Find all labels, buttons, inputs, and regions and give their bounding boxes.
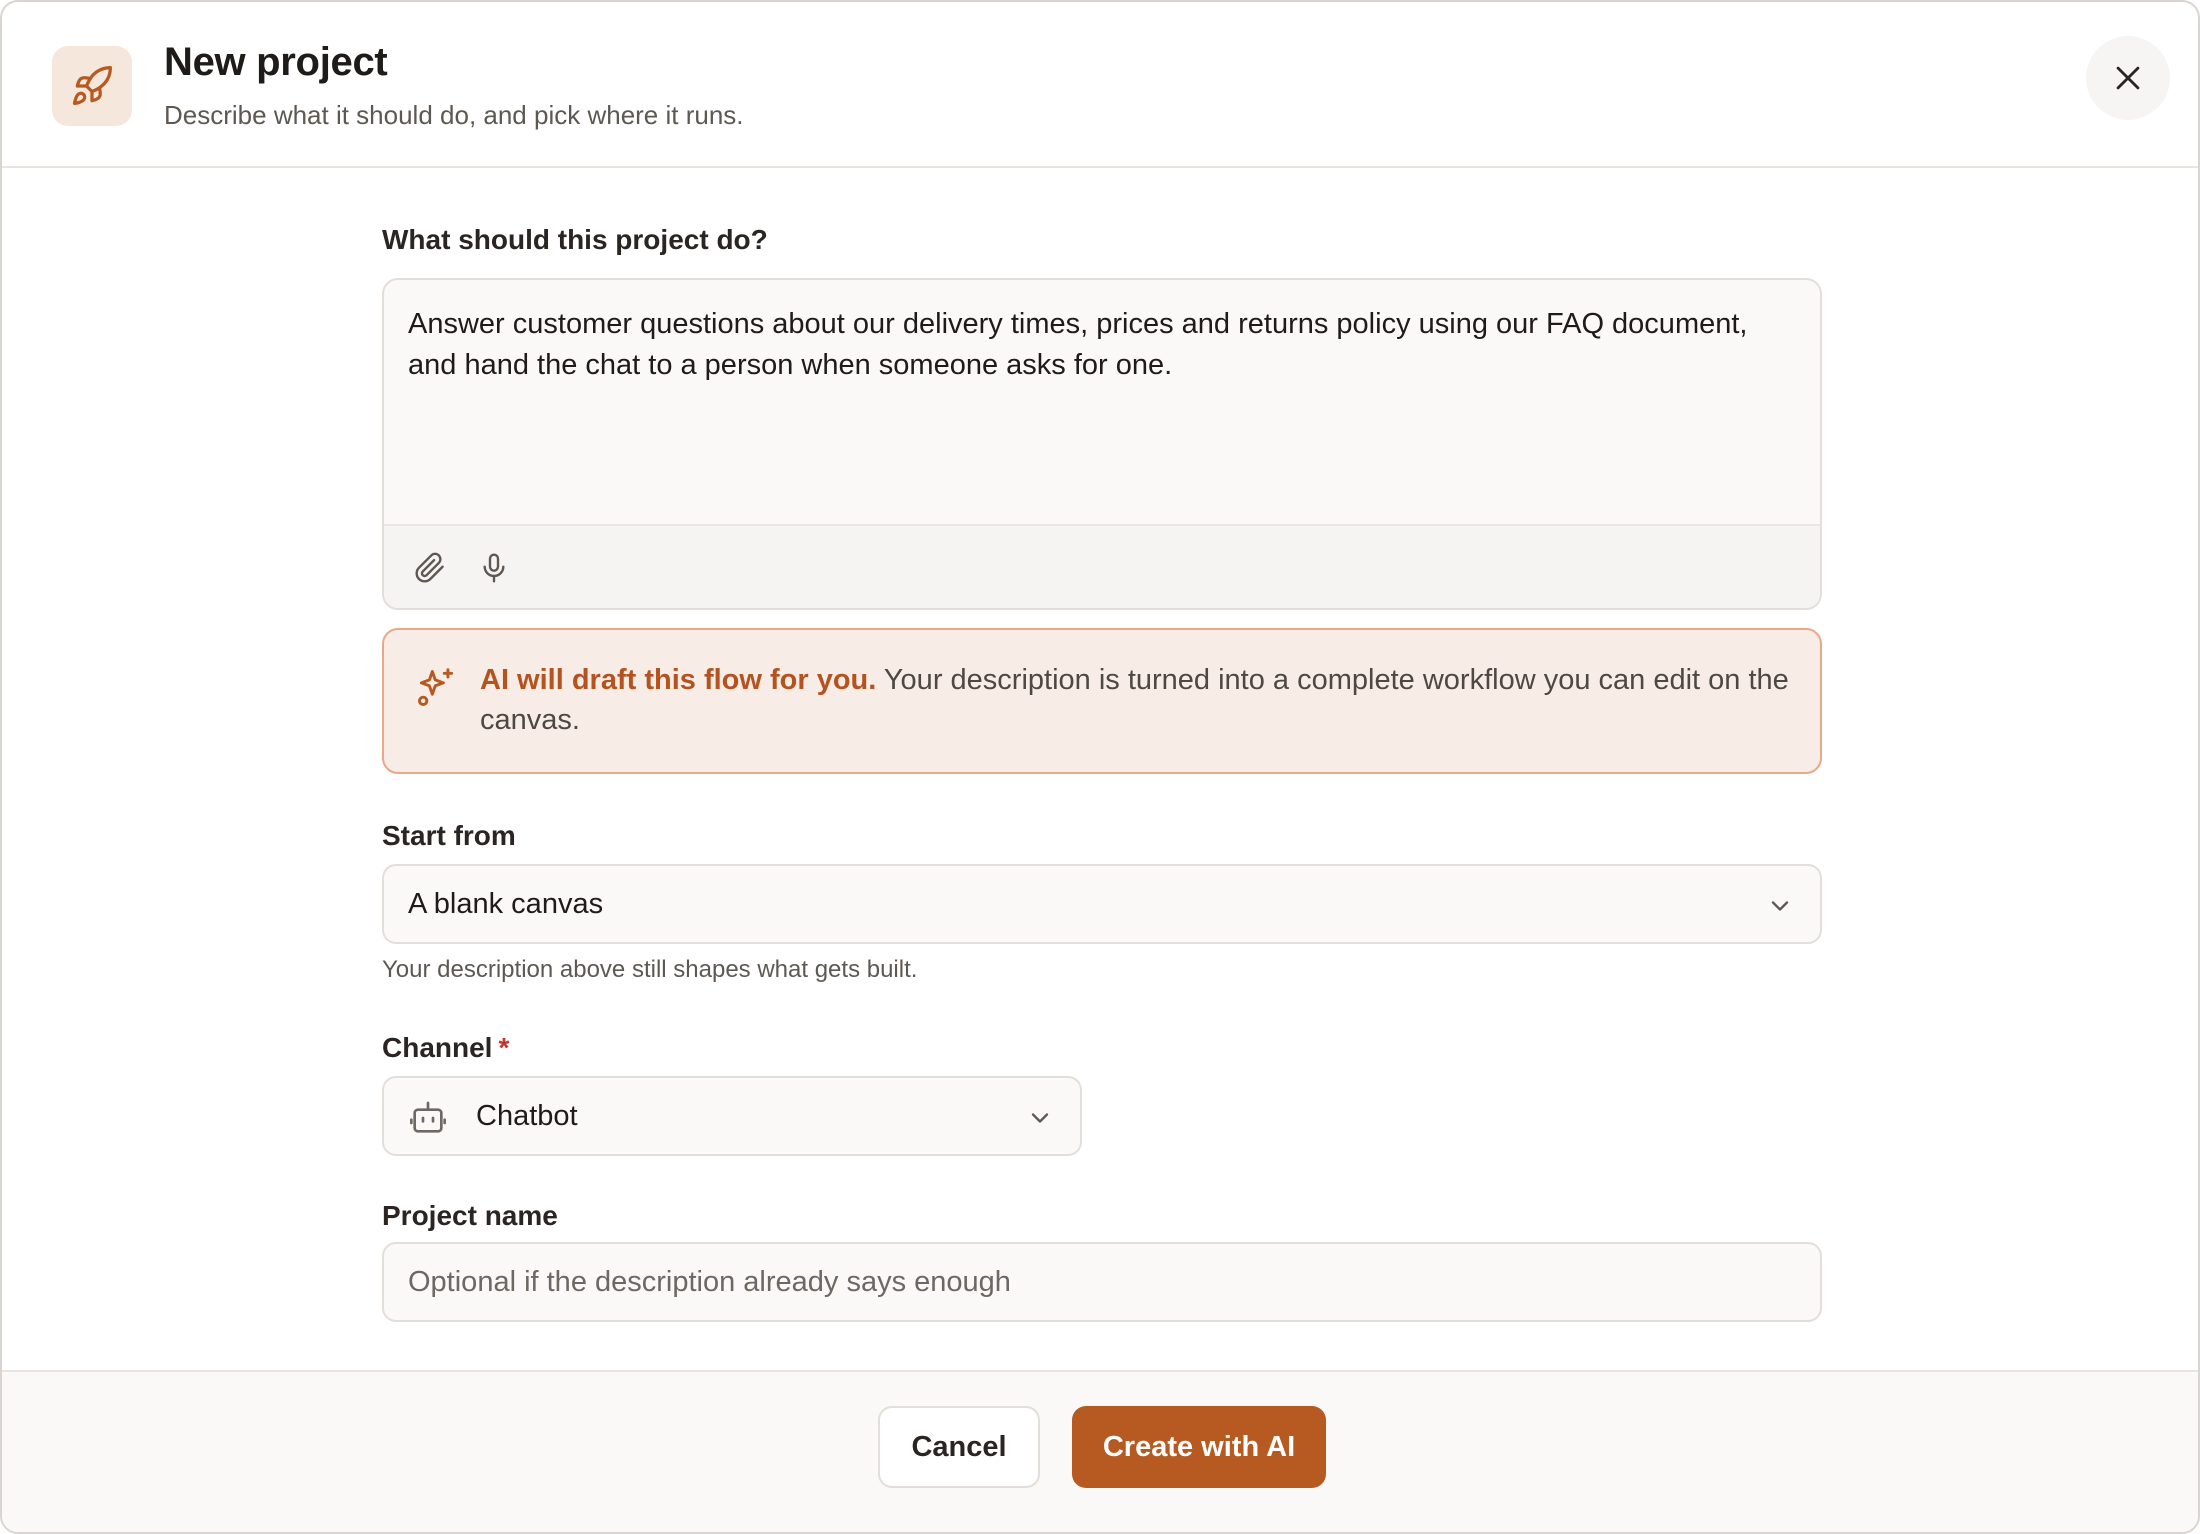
start-from-value: A blank canvas <box>408 888 604 920</box>
rocket-icon <box>52 46 132 126</box>
new-project-dialog: New project Describe what it should do, … <box>0 0 2200 1534</box>
channel-label-text: Channel <box>382 1032 493 1063</box>
close-icon <box>2116 66 2140 90</box>
cancel-button[interactable]: Cancel <box>878 1406 1040 1488</box>
robot-icon <box>410 1101 446 1133</box>
chevron-down-icon <box>1771 901 1789 911</box>
textarea-toolbar <box>384 524 1820 608</box>
paperclip-icon[interactable] <box>410 548 450 588</box>
dialog-footer: Cancel Create with AI <box>2 1370 2198 1532</box>
required-mark: * <box>498 1032 510 1063</box>
channel-value: Chatbot <box>476 1100 578 1132</box>
project-name-input[interactable]: Optional if the description already says… <box>382 1242 1822 1322</box>
chevron-down-icon <box>1031 1113 1049 1123</box>
channel-select[interactable]: Chatbot <box>382 1076 1082 1156</box>
dialog-subtitle: Describe what it should do, and pick whe… <box>164 100 744 130</box>
create-with-ai-button[interactable]: Create with AI <box>1072 1406 1326 1488</box>
project-name-label: Project name <box>382 1200 558 1231</box>
description-label: What should this project do? <box>382 224 768 255</box>
dialog-title: New project <box>164 40 388 84</box>
start-from-hint: Your description above still shapes what… <box>382 956 918 983</box>
description-textarea[interactable]: Answer customer questions about our deli… <box>382 278 1822 610</box>
dialog-header: New project Describe what it should do, … <box>2 2 2198 168</box>
microphone-icon[interactable] <box>474 548 514 588</box>
start-from-label: Start from <box>382 820 516 851</box>
close-button[interactable] <box>2086 36 2170 120</box>
start-from-select[interactable]: A blank canvas <box>382 864 1822 944</box>
ai-draft-callout: AI will draft this flow for you. Your de… <box>382 628 1822 774</box>
project-name-placeholder: Optional if the description already says… <box>408 1266 1011 1298</box>
ai-callout-text: AI will draft this flow for you. Your de… <box>480 660 1790 740</box>
channel-label: Channel * <box>382 1032 509 1064</box>
sparkles-icon <box>414 666 458 710</box>
ai-callout-strong: AI will draft this flow for you. <box>480 664 877 696</box>
description-text[interactable]: Answer customer questions about our deli… <box>408 304 1800 524</box>
